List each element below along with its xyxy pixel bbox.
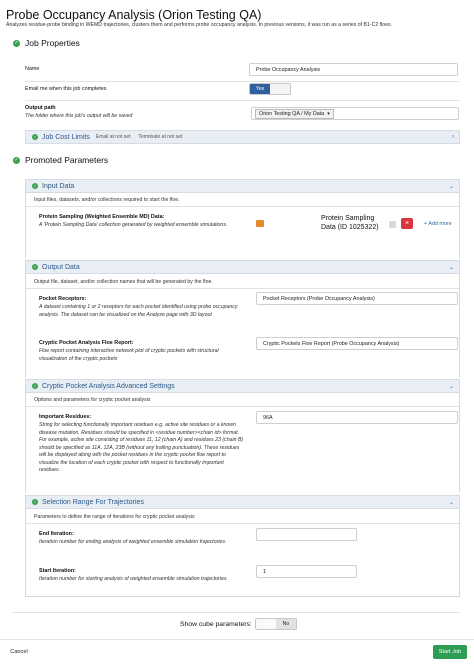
cube-toggle-yes[interactable] bbox=[256, 619, 276, 629]
floe-report-label: Cryptic Pocket Analysis Floe Report: bbox=[39, 340, 134, 346]
output-data-header[interactable]: ✓ Output Data ⌄ bbox=[25, 260, 460, 274]
section-title-promoted: Promoted Parameters bbox=[25, 155, 109, 165]
email-toggle-yes[interactable]: Yes bbox=[250, 84, 270, 94]
show-cube-parameters-label: Show cube parameters: bbox=[180, 621, 252, 628]
cube-toggle-no[interactable]: No bbox=[276, 619, 296, 629]
chevron-down-icon[interactable]: ⌄ bbox=[449, 499, 454, 506]
important-residues-input[interactable]: 96A bbox=[256, 411, 458, 424]
start-iteration-label: Start Iteration: bbox=[39, 568, 76, 574]
check-icon: ✓ bbox=[32, 183, 38, 189]
name-input[interactable]: Probe Occupancy Analysis bbox=[249, 63, 458, 76]
output-data-title: Output Data bbox=[42, 263, 80, 271]
output-path-value: Orion Testing QA / My Data bbox=[259, 110, 325, 117]
divider bbox=[25, 100, 459, 101]
email-toggle[interactable]: Yes bbox=[249, 83, 291, 95]
pocket-receptors-description: A dataset containing 1 or 2 receptors fo… bbox=[39, 304, 238, 318]
add-more-link[interactable]: + Add more bbox=[424, 221, 452, 227]
job-cost-limits-title: Job Cost Limits bbox=[42, 133, 90, 141]
folder-icon[interactable] bbox=[256, 220, 264, 227]
chevron-right-icon[interactable]: › bbox=[452, 134, 454, 140]
page-title: Probe Occupancy Analysis (Orion Testing … bbox=[6, 8, 262, 22]
selection-range-description: Parameters to define the range of iterat… bbox=[34, 514, 195, 520]
terminate-limit-text: Terminate at not set bbox=[138, 134, 183, 140]
start-job-button[interactable]: Start Job bbox=[433, 645, 467, 659]
end-iteration-input[interactable] bbox=[256, 528, 357, 541]
divider bbox=[26, 523, 459, 524]
check-icon: ✓ bbox=[32, 264, 38, 270]
cube-parameters-toggle[interactable]: No bbox=[255, 618, 297, 630]
input-data-description: Input files, datasets, and/or collection… bbox=[34, 197, 180, 203]
output-path-label: Output path bbox=[25, 105, 56, 111]
end-iteration-label: End Iteration: bbox=[39, 531, 74, 537]
check-icon: ✓ bbox=[32, 134, 38, 140]
email-label: Email me when this job completes bbox=[25, 86, 107, 92]
divider bbox=[26, 406, 459, 407]
output-path-description: The folder where this job's output will … bbox=[25, 113, 133, 119]
output-path-chip[interactable]: Orion Testing QA / My Data ▾ bbox=[255, 108, 334, 119]
start-iteration-description: Iteration number for starting analysis o… bbox=[39, 576, 228, 582]
output-path-select[interactable]: Orion Testing QA / My Data ▾ bbox=[251, 107, 459, 120]
email-limit-text: Email at not set bbox=[95, 134, 131, 140]
check-icon: ✓ bbox=[13, 40, 20, 47]
check-icon: ✓ bbox=[32, 499, 38, 505]
important-residues-description: String for selecting functionally import… bbox=[39, 422, 244, 473]
divider bbox=[25, 81, 459, 82]
floe-report-input[interactable]: Cryptic Pockets Floe Report (Probe Occup… bbox=[256, 337, 458, 350]
divider bbox=[26, 206, 459, 207]
floe-report-description: Floe report containing interactive netwo… bbox=[39, 348, 219, 362]
input-data-header[interactable]: ✓ Input Data ⌄ bbox=[25, 179, 460, 193]
job-cost-limits-header[interactable]: ✓ Job Cost Limits Email at not set Termi… bbox=[25, 130, 460, 144]
chevron-down-icon[interactable]: ⌄ bbox=[449, 264, 454, 271]
check-icon: ✓ bbox=[13, 157, 20, 164]
end-iteration-description: Iteration number for ending analysis of … bbox=[39, 539, 227, 545]
file-icon[interactable] bbox=[389, 221, 396, 228]
chevron-down-icon: ▾ bbox=[327, 110, 330, 117]
input-data-title: Input Data bbox=[42, 182, 75, 190]
divider bbox=[26, 288, 459, 289]
remove-button[interactable]: × bbox=[401, 218, 413, 229]
advanced-settings-title: Cryptic Pocket Analysis Advanced Setting… bbox=[42, 382, 175, 390]
divider bbox=[13, 612, 459, 613]
check-icon: ✓ bbox=[32, 383, 38, 389]
advanced-settings-header[interactable]: ✓ Cryptic Pocket Analysis Advanced Setti… bbox=[25, 379, 460, 393]
name-label: Name bbox=[25, 66, 40, 72]
pocket-receptors-input[interactable]: Pocket Receptors (Probe Occupancy Analys… bbox=[256, 292, 458, 305]
protein-sampling-description: A 'Protein Sampling Data' collection gen… bbox=[39, 222, 228, 228]
selection-range-title: Selection Range For Trajectories bbox=[42, 498, 144, 506]
output-data-description: Output file, dataset, and/or collection … bbox=[34, 279, 213, 285]
page-description: Analyzes residue-probe binding in WEMD t… bbox=[6, 22, 393, 28]
chevron-down-icon[interactable]: ⌄ bbox=[449, 383, 454, 390]
chevron-down-icon[interactable]: ⌄ bbox=[449, 183, 454, 190]
advanced-settings-description: Options and parameters for cryptic pocke… bbox=[34, 397, 151, 403]
selection-range-header[interactable]: ✓ Selection Range For Trajectories ⌄ bbox=[25, 495, 460, 509]
protein-sampling-value: Protein Sampling Data (ID 1025322) bbox=[321, 215, 379, 231]
start-iteration-input[interactable]: 1 bbox=[256, 565, 357, 578]
footer-divider bbox=[0, 639, 474, 640]
important-residues-label: Important Residues: bbox=[39, 414, 92, 420]
cancel-button[interactable]: Cancel bbox=[8, 646, 30, 657]
email-toggle-no[interactable] bbox=[270, 84, 290, 94]
section-title-job-properties: Job Properties bbox=[25, 38, 80, 48]
protein-sampling-label: Protein Sampling (Weighted Ensemble MD) … bbox=[39, 214, 165, 220]
pocket-receptors-label: Pocket Receptors: bbox=[39, 296, 87, 302]
